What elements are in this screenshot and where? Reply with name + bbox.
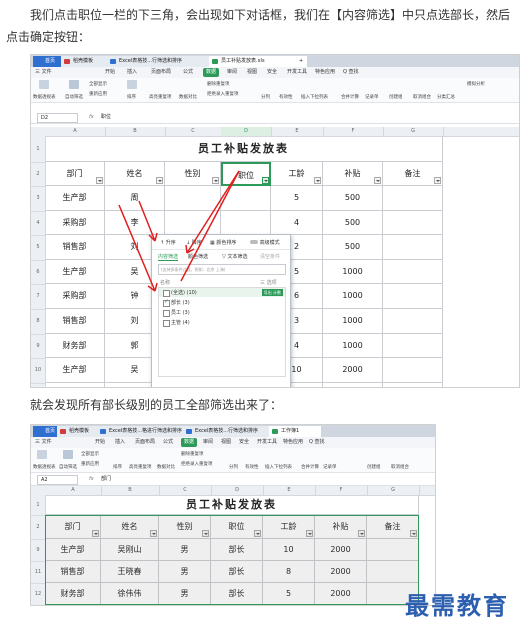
column-letter[interactable]: B xyxy=(101,486,160,495)
spreadsheet-screenshot-filtered: 首页 稻壳模板 Excel表格技...格进行筛选和排序 Excel表格技...行… xyxy=(30,424,436,606)
row-number[interactable]: 12 xyxy=(31,583,45,605)
intro-paragraph: 我们点击职位一栏的下三角，会出现如下对话框，我们在【内容筛选】中只点选部长，然后… xyxy=(6,8,511,44)
row-number[interactable]: 11 xyxy=(31,561,45,584)
pivot-table-button[interactable]: 数据透视表 xyxy=(33,464,56,470)
filter-dropdown-button[interactable] xyxy=(202,530,209,537)
formula-input[interactable]: 部门 xyxy=(101,474,111,484)
column-letter[interactable]: G xyxy=(367,486,420,495)
row-headers: 1 2 9 11 12 xyxy=(31,495,46,605)
red-arrow-icon xyxy=(185,170,240,254)
sort-button[interactable]: 排序 xyxy=(113,464,122,470)
auto-filter-button[interactable]: 自动筛选 xyxy=(59,464,77,470)
sheet-icon xyxy=(272,429,278,434)
table-cell[interactable] xyxy=(367,561,419,583)
column-letter[interactable]: F xyxy=(315,486,368,495)
row-number[interactable]: 9 xyxy=(31,539,45,562)
doc-icon xyxy=(186,429,192,434)
pivot-table-icon[interactable] xyxy=(37,450,47,459)
table-cell[interactable]: 2000 xyxy=(315,539,367,561)
filter-dropdown-button[interactable] xyxy=(150,530,157,537)
column-letter[interactable]: A xyxy=(45,486,102,495)
tab-excel-tips-2[interactable]: Excel表格技...行筛选和排序 xyxy=(183,426,279,437)
menu-features[interactable]: 特色应用 xyxy=(283,437,303,448)
menu-file[interactable]: 三 文件 xyxy=(35,437,52,448)
annotation-arrows xyxy=(118,170,240,292)
table-cell[interactable]: 部长 xyxy=(211,561,263,583)
filter-dropdown-button[interactable] xyxy=(306,530,313,537)
tab-bar: 首页 稻壳模板 Excel表格技...格进行筛选和排序 Excel表格技...行… xyxy=(31,425,435,437)
result-paragraph: 就会发现所有部长级别的员工全部筛选出来了： xyxy=(30,398,283,412)
column-letter[interactable]: C xyxy=(159,486,212,495)
filter-dropdown-button[interactable] xyxy=(92,530,99,537)
show-all-button[interactable]: 全部显示 xyxy=(81,451,99,457)
insert-dropdown-button[interactable]: 插入下拉列表 xyxy=(265,464,292,470)
sheet-title: 员工补贴发放表 xyxy=(45,495,419,515)
name-box[interactable]: A2 xyxy=(37,475,78,485)
reject-duplicates-button[interactable]: 拒绝录入重复项 xyxy=(181,461,213,467)
docer-icon xyxy=(60,429,66,434)
create-group-button[interactable]: 创建组 xyxy=(367,464,381,470)
brand-watermark: 最需教育 xyxy=(405,591,509,620)
highlight-duplicates-button[interactable]: 高亮重复项 xyxy=(129,464,152,470)
filter-dropdown-button[interactable] xyxy=(254,530,261,537)
filter-dropdown-button[interactable] xyxy=(410,530,417,537)
doc-icon xyxy=(100,429,106,434)
table-cell[interactable]: 5 xyxy=(263,583,315,605)
table-cell[interactable]: 男 xyxy=(159,561,211,583)
table-cell[interactable]: 男 xyxy=(159,539,211,561)
red-arrow-icon xyxy=(138,200,158,242)
remove-duplicates-button[interactable]: 删除重复项 xyxy=(181,451,204,457)
data-compare-button[interactable]: 数据对比 xyxy=(157,464,175,470)
table-cell[interactable]: 徐伟伟 xyxy=(101,583,159,605)
row-number[interactable]: 1 xyxy=(31,495,45,516)
table-cell[interactable]: 吴刚山 xyxy=(101,539,159,561)
table-cell[interactable]: 2000 xyxy=(315,561,367,583)
menu-start[interactable]: 开始 xyxy=(95,437,105,448)
table-cell[interactable]: 10 xyxy=(263,539,315,561)
table-cell[interactable]: 2000 xyxy=(315,583,367,605)
validation-button[interactable]: 有效性 xyxy=(245,464,259,470)
ungroup-button[interactable]: 取消组合 xyxy=(391,464,409,470)
row-number[interactable]: 2 xyxy=(31,515,45,540)
table-cell[interactable]: 生产部 xyxy=(45,539,101,561)
fx-icon[interactable]: fx xyxy=(89,474,94,484)
menu-page-layout[interactable]: 页面布局 xyxy=(135,437,155,448)
formula-bar: A2 fx 部门 xyxy=(31,473,435,486)
split-column-button[interactable]: 分列 xyxy=(229,464,238,470)
menu-data[interactable]: 数据 xyxy=(181,438,198,447)
table-cell[interactable]: 财务部 xyxy=(45,583,101,605)
menu-review[interactable]: 审阅 xyxy=(203,437,213,448)
menu-developer[interactable]: 开发工具 xyxy=(257,437,277,448)
red-arrow-icon xyxy=(180,170,240,282)
menu-security[interactable]: 安全 xyxy=(239,437,249,448)
tab-excel-tips-1[interactable]: Excel表格技...格进行筛选和排序 xyxy=(97,426,193,437)
filter-dropdown-button[interactable] xyxy=(358,530,365,537)
red-arrow-icon xyxy=(118,204,158,292)
record-form-button[interactable]: 记录单 xyxy=(323,464,337,470)
table-cell[interactable]: 8 xyxy=(263,561,315,583)
menu-formula[interactable]: 公式 xyxy=(163,437,173,448)
table-cell[interactable]: 销售部 xyxy=(45,561,101,583)
column-letter[interactable]: E xyxy=(263,486,316,495)
ribbon-toolbar: 数据透视表 自动筛选 全部显示 重新应用 排序 高亮重复项 数据对比 删除重复项… xyxy=(31,448,435,473)
consolidate-button[interactable]: 合并计算 xyxy=(301,464,319,470)
tab-active-workbook[interactable]: 工作簿1 xyxy=(269,426,321,437)
table-cell[interactable]: 部长 xyxy=(211,539,263,561)
spreadsheet-screenshot-filter-dialog: 首页 稻壳模板 Excel表格技...行筛选和排序 员工补贴发放表.xls + … xyxy=(30,54,520,388)
menu-search[interactable]: Q 查找 xyxy=(309,437,325,448)
menu-insert[interactable]: 插入 xyxy=(115,437,125,448)
table-cell[interactable] xyxy=(367,539,419,561)
table-cell[interactable]: 王晓春 xyxy=(101,561,159,583)
table-cell[interactable]: 部长 xyxy=(211,583,263,605)
reapply-button[interactable]: 重新应用 xyxy=(81,461,99,467)
column-letter[interactable]: D xyxy=(211,486,264,495)
table-cell[interactable]: 男 xyxy=(159,583,211,605)
filter-icon[interactable] xyxy=(63,450,73,459)
menu-view[interactable]: 视图 xyxy=(221,437,231,448)
